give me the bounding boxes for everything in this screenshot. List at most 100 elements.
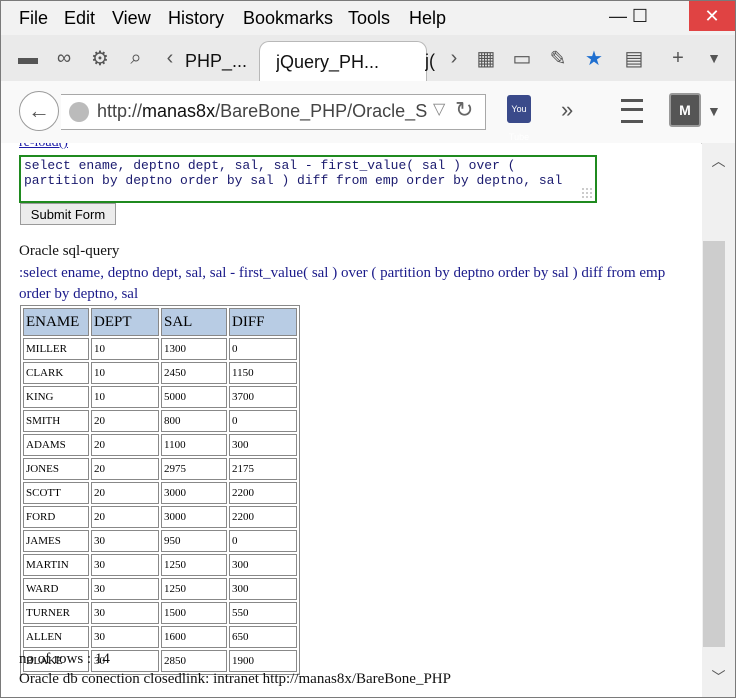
search-icon[interactable]: ⌕ xyxy=(123,45,149,71)
cell-diff: 0 xyxy=(229,410,297,432)
table-row: ALLEN 30 1600 650 xyxy=(23,626,297,648)
close-button[interactable]: ✕ xyxy=(689,1,735,31)
tab-grid-icon[interactable]: ▦ xyxy=(473,45,499,71)
shield-dropdown-icon[interactable]: ▼ xyxy=(707,103,721,119)
cell-ename: WARD xyxy=(23,578,89,600)
query-line-2: partition by deptno order by sal ) diff … xyxy=(24,173,563,188)
header-diff: DIFF xyxy=(229,308,297,336)
cell-dept: 20 xyxy=(91,434,159,456)
new-tab-icon[interactable]: + xyxy=(665,45,691,71)
tab-scroll-left-icon[interactable]: ‹ xyxy=(157,45,183,71)
table-row: MARTIN 30 1250 300 xyxy=(23,554,297,576)
url-scheme: http:// xyxy=(97,101,143,121)
cell-ename: SCOTT xyxy=(23,482,89,504)
url-host: manas8x xyxy=(142,101,216,121)
cell-sal: 1100 xyxy=(161,434,227,456)
menu-file[interactable]: File xyxy=(19,8,48,29)
menu-help[interactable]: Help xyxy=(409,8,446,29)
cell-diff: 1150 xyxy=(229,362,297,384)
cell-diff: 2200 xyxy=(229,506,297,528)
cell-sal: 3000 xyxy=(161,506,227,528)
table-row: MILLER 10 1300 0 xyxy=(23,338,297,360)
resize-grip-icon[interactable] xyxy=(581,187,593,199)
overflow-chevron-icon[interactable]: » xyxy=(561,97,573,123)
scroll-up-icon[interactable]: ︿ xyxy=(702,149,735,173)
maximize-button[interactable]: ☐ xyxy=(617,1,663,31)
menu-history[interactable]: History xyxy=(168,8,224,29)
tab-php[interactable]: PHP_... xyxy=(185,41,251,81)
cell-ename: JAMES xyxy=(23,530,89,552)
cell-diff: 550 xyxy=(229,602,297,624)
scroll-down-icon[interactable]: ﹀ xyxy=(702,665,735,689)
cell-sal: 5000 xyxy=(161,386,227,408)
bookmark-star-icon[interactable]: ★ xyxy=(581,45,607,71)
url-bar[interactable]: http://manas8x/BareBone_PHP/Oracle_SQ ▽ … xyxy=(61,94,486,130)
menu-bookmarks[interactable]: Bookmarks xyxy=(243,8,333,29)
url-dropdown-icon[interactable]: ▽ xyxy=(433,99,445,119)
header-dept: DEPT xyxy=(91,308,159,336)
cell-dept: 10 xyxy=(91,338,159,360)
tab-partial[interactable]: j( xyxy=(425,41,439,81)
cell-sal: 2450 xyxy=(161,362,227,384)
cell-dept: 30 xyxy=(91,554,159,576)
hamburger-menu-icon[interactable] xyxy=(621,99,643,123)
cell-sal: 3000 xyxy=(161,482,227,504)
url-text[interactable]: http://manas8x/BareBone_PHP/Oracle_SQ xyxy=(97,101,427,122)
cell-dept: 20 xyxy=(91,506,159,528)
mask-icon[interactable]: ∞ xyxy=(51,45,77,71)
cell-diff: 300 xyxy=(229,554,297,576)
cell-diff: 1900 xyxy=(229,650,297,672)
wrench-icon[interactable]: ✎ xyxy=(545,45,571,71)
vertical-scrollbar[interactable]: ︿ ﹀ xyxy=(702,143,735,697)
cell-sal: 950 xyxy=(161,530,227,552)
cell-dept: 20 xyxy=(91,482,159,504)
clipboard-icon[interactable]: ▤ xyxy=(621,45,647,71)
back-button[interactable]: ← xyxy=(19,91,59,131)
cell-dept: 20 xyxy=(91,410,159,432)
tab-list-icon[interactable]: ▼ xyxy=(701,45,727,71)
globe-icon xyxy=(69,102,89,122)
page-content: re-load() select ename, deptno dept, sal… xyxy=(1,143,701,697)
table-row: FORD 20 3000 2200 xyxy=(23,506,297,528)
cell-ename: MARTIN xyxy=(23,554,89,576)
window-icon[interactable]: ▭ xyxy=(509,45,535,71)
tab-scroll-right-icon[interactable]: › xyxy=(441,45,467,71)
query-echo: :select ename, deptno dept, sal, sal - f… xyxy=(19,265,666,302)
youtube-icon[interactable]: You Tube xyxy=(507,95,531,142)
url-path: /BareBone_PHP/Oracle_SQ xyxy=(215,101,427,121)
table-row: CLARK 10 2450 1150 xyxy=(23,362,297,384)
table-header-row: ENAME DEPT SAL DIFF xyxy=(23,308,297,336)
submit-button[interactable]: Submit Form xyxy=(20,203,116,225)
menu-bar: File Edit View History Bookmarks Tools H… xyxy=(1,1,735,35)
cell-dept: 30 xyxy=(91,578,159,600)
cell-diff: 0 xyxy=(229,530,297,552)
scrollbar-thumb[interactable] xyxy=(703,241,725,647)
browser-window: File Edit View History Bookmarks Tools H… xyxy=(0,0,736,698)
menu-tools[interactable]: Tools xyxy=(348,8,390,29)
cell-diff: 2200 xyxy=(229,482,297,504)
cell-diff: 300 xyxy=(229,434,297,456)
cell-diff: 3700 xyxy=(229,386,297,408)
cell-dept: 30 xyxy=(91,626,159,648)
menu-edit[interactable]: Edit xyxy=(64,8,95,29)
cell-diff: 300 xyxy=(229,578,297,600)
table-row: SCOTT 20 3000 2200 xyxy=(23,482,297,504)
folder-icon[interactable]: ▬ xyxy=(15,45,41,71)
cell-sal: 2850 xyxy=(161,650,227,672)
sql-query-textarea[interactable]: select ename, deptno dept, sal, sal - fi… xyxy=(19,155,597,203)
gear-icon[interactable]: ⚙ xyxy=(87,45,113,71)
cell-sal: 1300 xyxy=(161,338,227,360)
row-count: no of rows : 14 xyxy=(19,651,110,667)
tab-jquery[interactable]: jQuery_PH... xyxy=(259,41,427,82)
cell-diff: 2175 xyxy=(229,458,297,480)
table-row: WARD 30 1250 300 xyxy=(23,578,297,600)
table-row: TURNER 30 1500 550 xyxy=(23,602,297,624)
shield-icon[interactable]: M xyxy=(669,93,701,127)
menu-view[interactable]: View xyxy=(112,8,151,29)
cell-ename: JONES xyxy=(23,458,89,480)
table-row: ADAMS 20 1100 300 xyxy=(23,434,297,456)
reload-link[interactable]: re-load() xyxy=(19,143,68,151)
cell-sal: 2975 xyxy=(161,458,227,480)
table-row: JAMES 30 950 0 xyxy=(23,530,297,552)
reload-icon[interactable]: ↻ xyxy=(455,97,473,123)
